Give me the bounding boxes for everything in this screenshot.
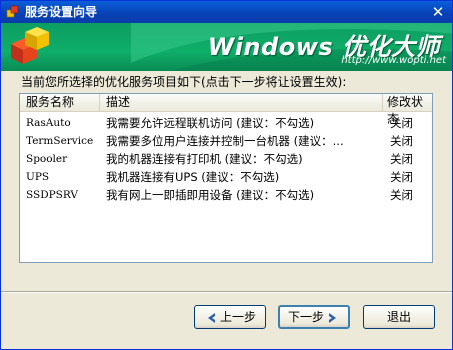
list-header: 服务名称 描述 修改状态 <box>20 94 432 126</box>
list-item[interactable]: RasAuto 我需要允许远程联机访问 (建议：不勾选) 关闭 <box>20 114 432 132</box>
service-name: SSDPSRV <box>26 189 78 201</box>
list-item[interactable]: SSDPSRV 我有网上一即插即用设备 (建议：不勾选) 关闭 <box>20 186 432 204</box>
previous-button[interactable]: 上一步 <box>194 305 266 329</box>
footer-divider <box>1 291 452 293</box>
service-name: TermService <box>26 135 94 147</box>
service-status: 关闭 <box>390 170 413 184</box>
previous-button-label: 上一步 <box>219 310 256 324</box>
service-name: UPS <box>26 171 50 183</box>
cubes-icon <box>6 5 19 18</box>
chevron-left-icon <box>207 312 215 323</box>
close-icon[interactable]: ✕ <box>429 3 447 21</box>
service-name: Spooler <box>26 153 68 165</box>
list-item[interactable]: TermService 我需要多位用户连接并控制一台机器 (建议：... 关闭 <box>20 132 432 150</box>
service-name: RasAuto <box>26 117 71 129</box>
window-title: 服务设置向导 <box>25 5 98 19</box>
exit-button-label: 退出 <box>386 310 411 324</box>
product-logo <box>11 27 49 64</box>
column-header-name[interactable]: 服务名称 <box>20 94 100 111</box>
list-item[interactable]: UPS 我机器连接有UPS (建议：不勾选) 关闭 <box>20 168 432 186</box>
service-description: 我机器连接有UPS (建议：不勾选) <box>106 170 280 184</box>
column-header-description[interactable]: 描述 <box>100 94 383 111</box>
instruction-text: 当前您所选择的优化服务项目如下(点击下一步将让设置生效): <box>21 75 347 89</box>
header-banner: Windows 优化大师 http://www.wopti.net <box>1 23 452 71</box>
service-list[interactable]: 服务名称 描述 修改状态 RasAuto 我需要允许远程联机访问 (建议：不勾选… <box>19 93 433 263</box>
service-description: 我需要多位用户连接并控制一台机器 (建议：... <box>106 134 344 148</box>
wizard-window: 服务设置向导 ✕ Windows 优化大师 http://www.wopti.n… <box>0 0 453 350</box>
next-button-label: 下一步 <box>287 310 324 324</box>
exit-button[interactable]: 退出 <box>363 305 435 329</box>
service-description: 我的机器连接有打印机 (建议：不勾选) <box>106 152 303 166</box>
brand-url: http://www.wopti.net <box>341 55 446 66</box>
chevron-right-icon <box>329 312 336 323</box>
service-description: 我需要允许远程联机访问 (建议：不勾选) <box>106 116 315 130</box>
service-status: 关闭 <box>390 152 413 166</box>
service-status: 关闭 <box>390 188 413 202</box>
next-button[interactable]: 下一步 <box>278 305 350 329</box>
title-bar[interactable]: 服务设置向导 ✕ <box>1 1 452 23</box>
service-status: 关闭 <box>390 116 413 130</box>
service-description: 我有网上一即插即用设备 (建议：不勾选) <box>106 188 315 202</box>
service-status: 关闭 <box>390 134 413 148</box>
column-header-status[interactable]: 修改状态 <box>383 94 432 126</box>
list-item[interactable]: Spooler 我的机器连接有打印机 (建议：不勾选) 关闭 <box>20 150 432 168</box>
